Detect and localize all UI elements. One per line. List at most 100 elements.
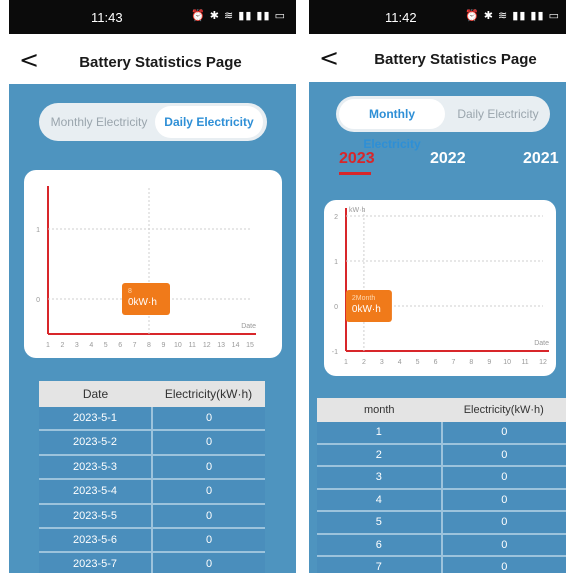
x-tick-label: 11 (189, 342, 196, 349)
status-time: 11:43 (91, 10, 123, 25)
table-cell-value: 0 (205, 436, 213, 449)
app-header: < Battery Statistics Page (309, 34, 566, 82)
table-cell-key: 2023-5-5 (39, 504, 153, 527)
table-cell-value: 0 (205, 509, 213, 522)
year-tab-2021[interactable]: 2021 (523, 150, 559, 168)
monthly-electricity-table: month Electricity(kW·h) 10203040506070 (317, 398, 566, 573)
tooltip-value: 0kW·h (128, 297, 157, 308)
table-row: 30 (317, 467, 566, 490)
table-cell-value: 0 (501, 493, 508, 506)
tab-monthly-electricity[interactable]: Monthly Electricity (339, 99, 445, 151)
status-time: 11:42 (385, 10, 417, 25)
y-tick-label: 1 (36, 227, 40, 234)
right-phone-screen: 11:42 ⏰ ✱ ≋ ▮▮ ▮▮ ▭ < Battery Statistics… (309, 0, 566, 573)
table-cell-key: 3 (317, 467, 443, 488)
column-header-electricity: Electricity(kW·h) (152, 381, 265, 407)
x-axis-label: Date (241, 323, 256, 330)
x-axis-label: Date (534, 340, 549, 347)
x-tick-label: 2 (362, 359, 366, 366)
page-title: Battery Statistics Page (79, 54, 242, 71)
x-tick-label: 2 (60, 342, 64, 349)
x-tick-label: 10 (503, 359, 511, 366)
table-cell-value: 0 (501, 471, 508, 483)
table-cell-key: 5 (317, 512, 443, 533)
x-tick-label: 12 (539, 359, 547, 366)
table-cell-value: 0 (501, 538, 508, 551)
monthly-chart-card: 2 1 0 -1 1 2 3 4 5 6 7 8 9 10 11 12 Date kW·h 2Month 0kW·h (324, 200, 556, 376)
status-bar: 11:43 ⏰ ✱ ≋ ▮▮ ▮▮ ▭ (9, 0, 296, 34)
tab-daily-electricity[interactable]: Daily Electricity (448, 99, 548, 129)
x-tick-label: 8 (469, 359, 473, 366)
column-header-electricity: Electricity(kW·h) (441, 398, 566, 422)
x-tick-label: 15 (246, 342, 254, 349)
x-tick-label: 5 (104, 342, 108, 349)
table-row: 50 (317, 512, 566, 535)
y-tick-label: -1 (332, 349, 338, 356)
table-cell-key: 2023-5-7 (39, 553, 153, 573)
year-tab-2022[interactable]: 2022 (430, 150, 466, 168)
electricity-period-toggle: Monthly Electricity Daily Electricity (39, 103, 267, 141)
x-tick-label: 4 (89, 342, 93, 349)
table-cell-value: 0 (205, 534, 213, 546)
daily-chart-card: 1 0 1 2 3 4 5 6 7 8 9 10 11 12 13 14 15 Date 8 0kW·h (24, 170, 282, 358)
table-cell-value: 0 (501, 516, 508, 528)
x-tick-label: 10 (174, 342, 182, 349)
electricity-period-toggle: Monthly Electricity Daily Electricity (336, 96, 550, 151)
table-cell-value: 0 (205, 485, 213, 498)
year-tab-2023[interactable]: 2023 (339, 150, 375, 168)
y-tick-label: 2 (334, 214, 338, 221)
table-cell-key: 4 (317, 489, 443, 510)
monthly-electricity-chart: 210-11 2 3 4 5 6 7 8 9 10 11 12DatekW·h2Month0kW·h (332, 207, 549, 366)
x-tick-label: 5 (416, 359, 420, 366)
table-cell-value: 0 (205, 412, 213, 424)
x-tick-label: 7 (133, 342, 137, 349)
table-cell-key: 2023-5-6 (39, 529, 153, 552)
x-tick-label: 6 (434, 359, 438, 366)
x-tick-label: 1 (344, 359, 348, 366)
x-tick-label: 6 (118, 342, 122, 349)
table-cell-key: 2023-5-2 (39, 431, 153, 454)
x-tick-label: 9 (161, 342, 165, 349)
active-year-underline (339, 172, 371, 175)
table-cell-key: 2 (317, 444, 443, 465)
table-header-row: Date Electricity(kW·h) (39, 381, 265, 407)
x-tick-label: 1 (46, 342, 50, 349)
x-tick-label: 12 (203, 342, 211, 349)
table-row: 40 (317, 489, 566, 512)
table-cell-key: 2023-5-3 (39, 455, 153, 479)
table-row: 2023-5-1 0 (39, 407, 265, 432)
page-title: Battery Statistics Page (374, 51, 537, 68)
table-row: 2023-5-5 0 (39, 504, 265, 529)
table-row: 2023-5-7 0 (39, 553, 265, 573)
x-tick-label: 11 (521, 359, 528, 366)
table-cell-key: 1 (317, 422, 443, 443)
table-cell-value: 0 (501, 448, 508, 461)
x-tick-label: 13 (217, 342, 225, 349)
table-header-row: month Electricity(kW·h) (317, 398, 566, 422)
year-selector: 2023 2022 2021 (309, 150, 566, 180)
status-bar: 11:42 ⏰ ✱ ≋ ▮▮ ▮▮ ▭ (309, 0, 566, 34)
y-tick-label: 1 (334, 259, 338, 266)
tab-monthly-electricity[interactable]: Monthly Electricity (43, 106, 155, 138)
table-row: 2023-5-2 0 (39, 431, 265, 456)
tooltip-value: 0kW·h (352, 304, 381, 315)
table-row: 2023-5-4 0 (39, 480, 265, 505)
table-row: 2023-5-3 0 (39, 455, 265, 481)
table-cell-key: 7 (317, 557, 443, 573)
x-tick-label: 14 (232, 342, 240, 349)
x-tick-label: 4 (398, 359, 402, 366)
table-row: 10 (317, 422, 566, 445)
x-tick-label: 3 (75, 342, 79, 349)
y-tick-label: 0 (36, 297, 40, 304)
x-tick-label: 8 (147, 342, 151, 349)
tab-daily-electricity[interactable]: Daily Electricity (155, 106, 263, 138)
table-row: 20 (317, 444, 566, 467)
table-cell-value: 0 (205, 460, 213, 473)
tooltip-title: 8 (128, 288, 132, 295)
y-tick-label: 0 (334, 304, 338, 311)
left-phone-screen: 11:43 ⏰ ✱ ≋ ▮▮ ▮▮ ▭ < Battery Statistics… (9, 0, 296, 573)
daily-electricity-chart: 101 2 3 4 5 6 7 8 9 10 11 12 13 14 15Date80kW·h (36, 186, 256, 349)
status-icons: ⏰ ✱ ≋ ▮▮ ▮▮ ▭ (190, 10, 286, 22)
table-cell-value: 0 (501, 426, 508, 438)
table-cell-value: 0 (205, 558, 213, 571)
